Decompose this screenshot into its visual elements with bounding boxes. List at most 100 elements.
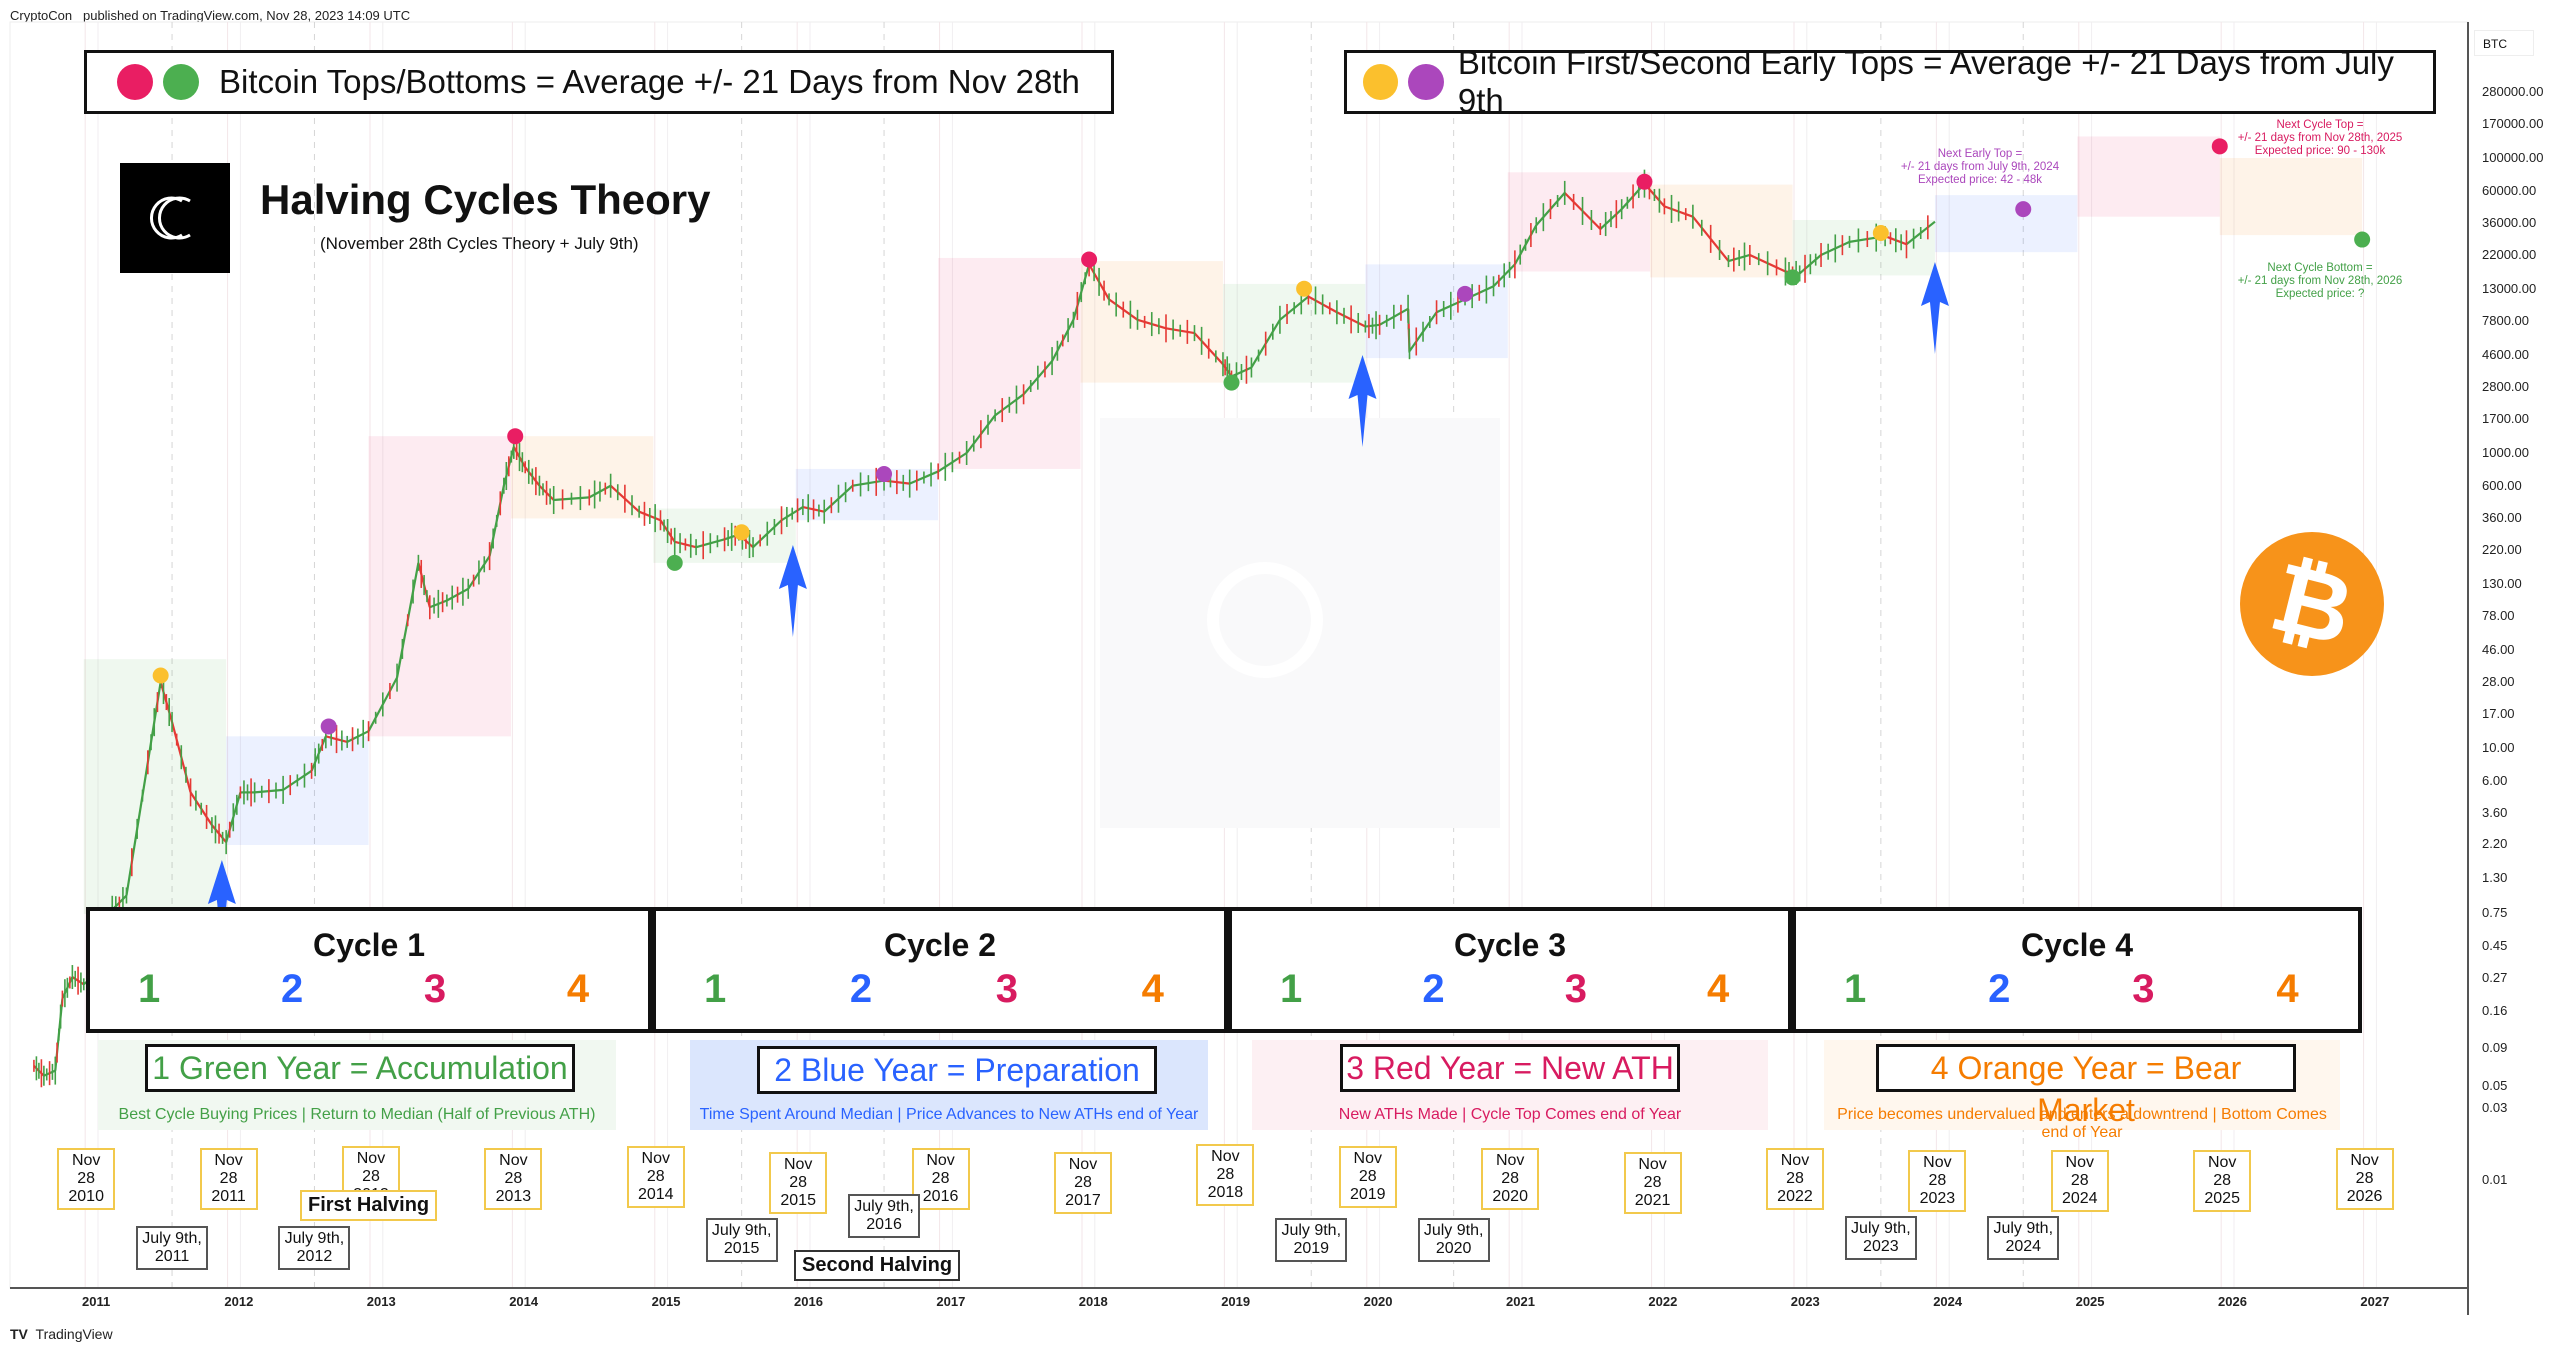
note-line: +/- 21 days from July 9th, 2024 xyxy=(1900,161,2060,173)
legend-text: Bitcoin First/Second Early Tops = Averag… xyxy=(1457,44,2394,119)
x-tick-label: 2023 xyxy=(1790,1294,1820,1309)
date-year: 2016 xyxy=(922,1188,959,1205)
date-line: Nov 28 xyxy=(214,1152,243,1187)
phase-number: 4 xyxy=(566,967,590,1011)
y-tick-label: 78.00 xyxy=(2482,608,2515,624)
x-tick-label: 2019 xyxy=(1221,1294,1251,1309)
phase-number: 1 xyxy=(1844,967,1867,1011)
y-tick-label: 0.03 xyxy=(2482,1100,2508,1115)
date-year: 2015 xyxy=(780,1192,816,1209)
y-tick-label: 36000.00 xyxy=(2482,215,2537,231)
note-line: +/- 21 days from Nov 28th, 2025 xyxy=(2237,132,2403,144)
phase-title: 3 Red Year = New ATH xyxy=(1340,1044,1680,1092)
date-line: Nov 28 xyxy=(1211,1148,1240,1183)
yellow-dot-icon xyxy=(1363,64,1399,100)
date-line: Nov 28 xyxy=(783,1156,813,1191)
phase-zone-3 xyxy=(2077,136,2220,217)
marker-cycle-bottom xyxy=(2354,231,2371,248)
x-tick-label: 2026 xyxy=(2218,1294,2247,1309)
y-tick-label: 280000.00 xyxy=(2482,84,2544,100)
phase-description: Best Cycle Buying Prices | Return to Med… xyxy=(118,1106,596,1123)
date-year: 2022 xyxy=(1777,1188,1813,1205)
date-line: July 9th, xyxy=(1993,1220,2054,1237)
tradingview-brand: TradingView xyxy=(35,1326,113,1342)
y-tick-label: 220.00 xyxy=(2482,541,2522,557)
red-dot-icon xyxy=(117,64,153,100)
date-line: July 9th, xyxy=(1851,1220,1911,1237)
x-tick-label: 2018 xyxy=(1078,1294,1108,1309)
date-year: 2020 xyxy=(1435,1240,1472,1257)
nov28-date-box: Nov 28 2017 xyxy=(1053,1152,1112,1214)
date-year: 2025 xyxy=(2204,1190,2240,1207)
july9-date-box: July 9th, 2015 xyxy=(705,1218,778,1262)
date-line: Nov 28 xyxy=(1495,1152,1525,1187)
y-tick-label: 10.00 xyxy=(2482,740,2515,755)
marker-early-top-2 xyxy=(320,718,337,735)
note-line: +/- 21 days from Nov 28th, 2026 xyxy=(2237,275,2403,287)
date-line: Nov 28 xyxy=(1638,1156,1667,1191)
y-tick-label: 0.75 xyxy=(2482,905,2508,921)
note-line: Next Early Top = xyxy=(1937,148,2023,160)
cycle-label: Cycle 2 xyxy=(883,927,997,963)
july9-date-box: July 9th, 2016 xyxy=(848,1194,921,1238)
y-tick-label: 170000.00 xyxy=(2482,116,2544,131)
y-tick-label: 6.00 xyxy=(2482,772,2508,788)
marker-cycle-top xyxy=(507,428,524,445)
x-tick-label: 2025 xyxy=(2075,1294,2105,1309)
date-line: July 9th, xyxy=(1281,1222,1342,1239)
y-tick-label: 60000.00 xyxy=(2482,182,2537,198)
y-tick-label: 0.01 xyxy=(2482,1172,2508,1187)
nov28-date-box: Nov 28 2016 xyxy=(911,1148,970,1210)
phase-number: 1 xyxy=(138,967,161,1011)
marker-early-top-1 xyxy=(733,524,750,541)
legend-tops-bottoms: Bitcoin Tops/Bottoms = Average +/- 21 Da… xyxy=(84,50,1114,114)
date-line: July 9th, xyxy=(1423,1222,1484,1239)
date-line: July 9th, xyxy=(284,1230,345,1247)
x-tick-label: 2027 xyxy=(2360,1294,2390,1309)
date-line: July 9th, xyxy=(142,1230,202,1247)
currency-label: BTC xyxy=(2474,30,2534,56)
y-tick-label: 1000.00 xyxy=(2482,445,2529,460)
second-halving-label: Second Halving xyxy=(794,1250,961,1281)
y-tick-label: 1700.00 xyxy=(2482,411,2529,426)
nov28-date-box: Nov 28 2021 xyxy=(1623,1152,1682,1214)
y-tick-label: 130.00 xyxy=(2482,575,2522,591)
cc-logo-icon xyxy=(150,196,191,240)
phase-zone-3 xyxy=(938,257,1081,469)
date-year: 2019 xyxy=(1349,1186,1386,1203)
next-early-top-note: Next Early Top = +/- 21 days from July 9… xyxy=(1880,148,2080,187)
tradingview-logo[interactable]: TV TradingView xyxy=(10,1326,113,1342)
next-cycle-top-note: Next Cycle Top = +/- 21 days from Nov 28… xyxy=(2215,119,2425,158)
date-year: 2023 xyxy=(1919,1190,1956,1207)
date-line: Nov 28 xyxy=(1780,1152,1810,1187)
july9-date-box: July 9th, 2011 xyxy=(136,1226,209,1270)
nov28-date-box: Nov 28 2018 xyxy=(1196,1144,1255,1206)
nov28-date-box: Nov 28 2011 xyxy=(199,1148,258,1210)
legend-text: Bitcoin Tops/Bottoms = Average +/- 21 Da… xyxy=(219,63,1080,100)
marker-cycle-bottom xyxy=(1223,374,1240,391)
date-line: Nov 28 xyxy=(1068,1156,1098,1191)
phase-title: 4 Orange Year = Bear Market xyxy=(1876,1044,2296,1128)
phase-number: 2 xyxy=(1422,967,1445,1011)
date-line: Nov 28 xyxy=(2207,1154,2237,1189)
date-year: 2011 xyxy=(211,1188,246,1205)
date-line: Nov 28 xyxy=(926,1152,955,1187)
phase-description: Time Spent Around Median | Price Advance… xyxy=(699,1106,1199,1123)
cycle-box: Cycle 2 1 2 3 4 xyxy=(652,907,1228,1033)
marker-early-top-1 xyxy=(1872,225,1889,242)
phase-number: 2 xyxy=(849,967,873,1011)
date-line: Nov 28 xyxy=(71,1152,101,1187)
date-line: Nov 28 xyxy=(1923,1154,1952,1189)
cycle-label: Cycle 1 xyxy=(312,927,426,963)
phase-number: 3 xyxy=(995,967,1018,1011)
phase-zone-1 xyxy=(1222,283,1366,383)
date-year: 2011 xyxy=(154,1248,190,1265)
july9-date-box: July 9th, 2024 xyxy=(1987,1216,2060,1260)
note-line: Expected price: 42 - 48k xyxy=(1917,174,2042,186)
date-year: 2019 xyxy=(1293,1240,1330,1257)
phase-description: New ATHs Made | Cycle Top Comes end of Y… xyxy=(1338,1106,1682,1123)
cycle-label: Cycle 4 xyxy=(2020,927,2134,963)
nov28-date-box: Nov 28 2023 xyxy=(1908,1150,1967,1212)
july9-date-box: July 9th, 2019 xyxy=(1275,1218,1348,1262)
x-tick-label: 2016 xyxy=(794,1294,823,1309)
